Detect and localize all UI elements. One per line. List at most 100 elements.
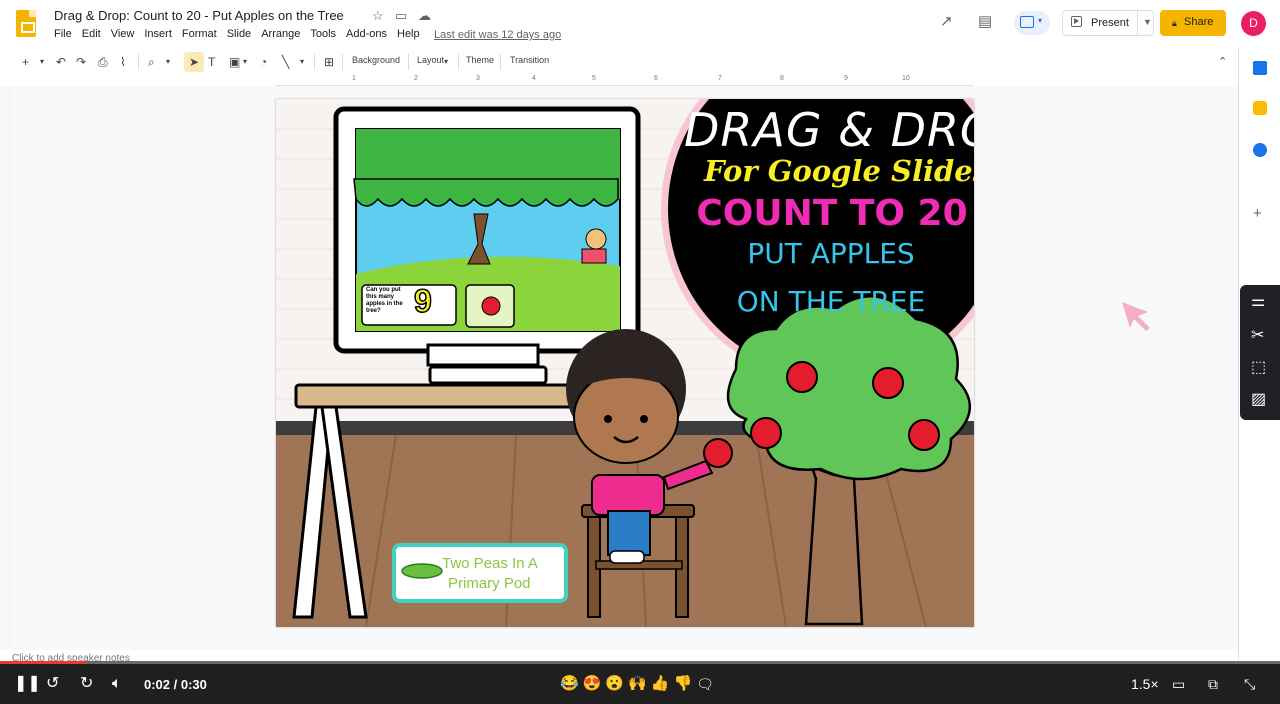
image-icon[interactable]: ▣ [229,53,240,71]
heart-eyes-reaction-icon[interactable]: 😍 [583,674,602,694]
comment-add-icon[interactable]: ⊞ [324,53,334,71]
star-icon[interactable]: ☆ [372,8,384,24]
comments-icon[interactable]: ▤ [978,12,992,30]
time-display: 0:02 / 0:30 [144,677,207,692]
scissors-icon[interactable]: ✂ [1251,327,1264,345]
present-options-icon[interactable]: ▼ [1143,17,1152,27]
keep-icon[interactable] [1253,101,1267,115]
menu-insert[interactable]: Insert [139,28,177,40]
activity-trend-icon[interactable]: ↗ [940,12,953,30]
brand-text-line2: Primary Pod [448,575,531,592]
transition-button[interactable]: Transition [510,55,549,65]
ruler-number: 8 [780,75,784,82]
ruler-number: 3 [476,75,480,82]
menu-bar: File Edit View Insert Format Slide Arran… [54,28,425,40]
text-box-icon[interactable]: T [208,53,215,71]
rewind-icon[interactable]: ↺ [46,674,59,694]
picture-in-picture-icon[interactable]: ⧉ [1208,674,1218,694]
zoom-chevron-icon[interactable]: ▾ [166,53,170,71]
ruler-number: 2 [414,75,418,82]
move-folder-icon[interactable]: ▭ [395,8,407,24]
captions-icon[interactable]: ▭ [1172,674,1185,694]
menu-slide[interactable]: Slide [222,28,256,40]
image-chevron-icon[interactable]: ▾ [243,53,247,71]
present-divider [1137,11,1138,35]
menu-view[interactable]: View [106,28,140,40]
shape-icon[interactable]: ◔ [260,53,267,71]
avatar[interactable]: D [1241,11,1266,36]
share-button[interactable]: 🔒︎ Share [1160,10,1226,36]
pointer-cursor-icon [1122,302,1150,331]
pause-icon[interactable]: ❚❚ [14,674,41,694]
forward-icon[interactable]: ↻ [80,674,93,694]
zoom-icon[interactable]: ⌕ [148,53,155,71]
document-title[interactable]: Drag & Drop: Count to 20 - Put Apples on… [54,8,344,23]
line-icon[interactable]: ╲ [282,53,289,71]
surprised-reaction-icon[interactable]: 😮 [605,674,624,694]
ruler-number: 9 [844,75,848,82]
tasks-icon[interactable] [1253,143,1267,157]
menu-edit[interactable]: Edit [77,28,106,40]
toolbar-divider [314,54,315,70]
adjust-sliders-icon[interactable]: ⚌ [1251,293,1265,311]
toolbar-divider [500,54,501,70]
slide-title-on-tree: ON THE TREE [736,285,926,318]
laugh-reaction-icon[interactable]: 😂 [560,674,579,694]
present-icon [1071,16,1082,27]
ruler-number: 10 [902,75,910,82]
ruler-number: 1 [352,75,356,82]
print-icon[interactable]: ⎙ [98,53,108,71]
menu-arrange[interactable]: Arrange [256,28,305,40]
last-edit-link[interactable]: Last edit was 12 days ago [434,29,561,41]
thumbs-down-reaction-icon[interactable]: 👎 [673,674,692,694]
slide-title-drag-drop: DRAG & DROP [684,103,974,157]
new-slide-layout-chevron-icon[interactable]: ▾ [40,53,44,71]
floating-tool-panel: ⚌ ✂ ⬚ ▨ [1240,285,1280,420]
exit-fullscreen-icon[interactable]: ⤡ [1244,674,1255,694]
toolbar-divider [458,54,459,70]
slide-title-put-apples: PUT APPLES [747,237,915,270]
comment-icon[interactable]: 🗨︎ [696,674,714,694]
video-controls: ❚❚ ↺ ↻ 🔈︎ 0:02 / 0:30 😂 😍 😮 🙌 👍 👎 🗨︎ 1.5… [0,664,1280,704]
raised-hands-reaction-icon[interactable]: 🙌 [628,674,647,694]
thumbs-up-reaction-icon[interactable]: 👍 [651,674,670,694]
meet-present-button[interactable]: ▾ [1014,11,1050,35]
add-addon-icon[interactable]: + [1253,205,1262,222]
slide-title-count: COUNT TO 20 [696,193,968,234]
theme-button[interactable]: Theme [466,55,494,65]
title-bar: Drag & Drop: Count to 20 - Put Apples on… [0,0,1280,47]
menu-tools[interactable]: Tools [305,28,341,40]
reactions-bar: 😂 😍 😮 🙌 👍 👎 🗨︎ [560,674,714,694]
horizontal-ruler: 1 2 3 4 5 6 7 8 9 10 [276,75,974,86]
background-button[interactable]: Background [352,55,400,65]
undo-icon[interactable]: ↶ [56,53,66,71]
vertical-ruler [0,86,10,646]
collapse-toolbar-icon[interactable]: ⌃ [1218,53,1227,71]
monitor-prompt-text: Can you put this many apples in the tree… [366,287,403,314]
menu-addons[interactable]: Add-ons [341,28,392,40]
layout-button[interactable]: Layout [417,55,444,65]
redo-icon[interactable]: ↷ [76,53,86,71]
image-capture-icon[interactable]: ▨ [1251,391,1266,409]
paint-format-icon[interactable]: ⌇ [120,53,126,71]
present-button[interactable]: Present ▼ [1062,10,1154,36]
menu-format[interactable]: Format [177,28,222,40]
toolbar-divider [138,54,139,70]
menu-file[interactable]: File [54,28,77,40]
slide[interactable]: DRAG & DROP For Google Slides COUNT TO 2… [276,99,974,627]
calendar-icon[interactable] [1253,61,1267,75]
ruler-number: 4 [532,75,536,82]
select-region-icon[interactable]: ⬚ [1251,359,1266,377]
present-to-meeting-icon [1020,16,1034,28]
new-slide-icon[interactable]: + [22,53,29,71]
line-chevron-icon[interactable]: ▾ [300,53,304,71]
menu-help[interactable]: Help [392,28,425,40]
playback-speed[interactable]: 1.5× [1131,676,1159,692]
slides-logo-icon[interactable] [16,10,36,37]
present-label: Present [1091,17,1129,29]
lock-icon: 🔒︎ [1172,18,1177,28]
layout-chevron-icon[interactable]: ▾ [444,53,448,71]
share-label: Share [1184,16,1214,28]
slide-subtitle-google-slides: For Google Slides [704,154,974,188]
volume-icon[interactable]: 🔈︎ [112,674,122,694]
